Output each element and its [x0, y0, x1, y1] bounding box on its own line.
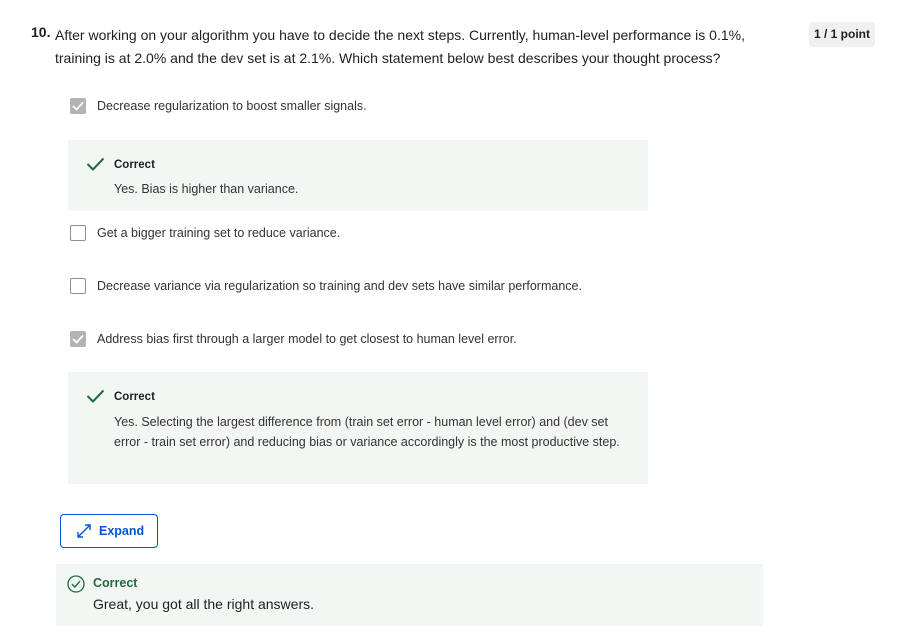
result-summary: Correct Great, you got all the right ans… — [56, 564, 763, 626]
check-circle-icon — [67, 575, 85, 593]
points-badge: 1 / 1 point — [809, 22, 876, 47]
checkmark-icon — [72, 334, 84, 344]
expand-arrows-icon — [77, 524, 91, 538]
feedback-title: Correct — [114, 391, 155, 403]
checkbox-unchecked[interactable] — [70, 278, 86, 294]
feedback-panel: Correct Yes. Selecting the largest diffe… — [68, 372, 648, 484]
checkbox-checked[interactable] — [70, 331, 86, 347]
feedback-panel: Correct Yes. Bias is higher than varianc… — [68, 140, 648, 211]
expand-button[interactable]: Expand — [60, 514, 158, 548]
question-text: After working on your algorithm you have… — [55, 27, 745, 66]
feedback-text: Yes. Bias is higher than variance. — [114, 182, 299, 196]
feedback-title: Correct — [114, 159, 155, 171]
option-label: Address bias first through a larger mode… — [97, 332, 517, 346]
option-3[interactable]: Decrease variance via regularization so … — [70, 277, 582, 295]
correct-check-icon — [86, 389, 105, 403]
result-title: Correct — [93, 576, 138, 590]
option-label: Get a bigger training set to reduce vari… — [97, 226, 341, 240]
expand-label: Expand — [99, 524, 145, 538]
checkbox-unchecked[interactable] — [70, 225, 86, 241]
question-number: 10. — [31, 24, 51, 40]
option-1[interactable]: Decrease regularization to boost smaller… — [70, 97, 367, 115]
option-label: Decrease variance via regularization so … — [97, 279, 582, 293]
option-label: Decrease regularization to boost smaller… — [97, 99, 367, 113]
checkbox-checked[interactable] — [70, 98, 86, 114]
option-2[interactable]: Get a bigger training set to reduce vari… — [70, 224, 340, 242]
result-text: Great, you got all the right answers. — [93, 596, 314, 612]
checkmark-icon — [72, 101, 84, 111]
option-4[interactable]: Address bias first through a larger mode… — [70, 330, 517, 348]
feedback-text: Yes. Selecting the largest difference fr… — [114, 415, 620, 449]
correct-check-icon — [86, 157, 105, 171]
